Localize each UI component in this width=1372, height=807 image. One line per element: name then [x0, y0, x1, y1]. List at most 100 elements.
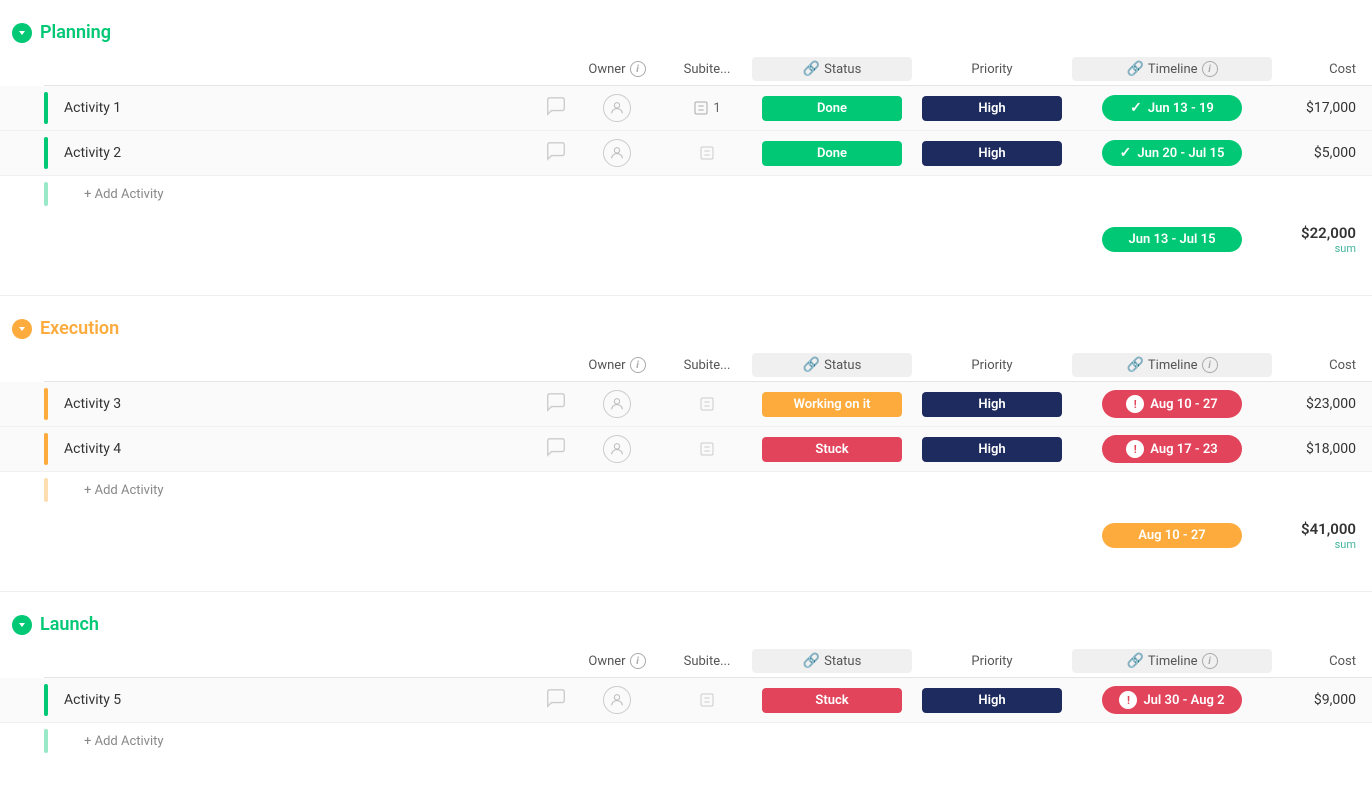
row-priority[interactable]: High [912, 96, 1072, 121]
status-label: Status [824, 654, 861, 669]
summary-cost-label: sum [1272, 538, 1356, 551]
add-activity-bar [44, 729, 48, 753]
priority-badge[interactable]: High [922, 392, 1062, 417]
row-subitem[interactable] [662, 145, 752, 161]
row-status[interactable]: Stuck [752, 688, 912, 713]
timeline-info-icon[interactable]: i [1202, 357, 1218, 373]
priority-badge[interactable]: High [922, 96, 1062, 121]
row-subitem[interactable] [662, 692, 752, 708]
timeline-badge[interactable]: ✓ Jun 13 - 19 [1102, 95, 1242, 121]
timeline-badge[interactable]: !Aug 10 - 27 [1102, 390, 1242, 418]
row-color-bar [44, 433, 48, 465]
owner-label: Owner [588, 62, 625, 77]
table-row: Activity 3Working on itHigh!Aug 10 - 27$… [0, 382, 1372, 427]
add-activity-bar [44, 182, 48, 206]
comment-icon[interactable] [540, 687, 572, 714]
timeline-date: Jul 30 - Aug 2 [1143, 693, 1224, 708]
row-activity-name: Activity 2 [56, 145, 540, 161]
summary-row: Aug 10 - 27$41,000sum [0, 512, 1372, 559]
row-owner[interactable] [572, 390, 662, 418]
exclaim-icon: ! [1119, 691, 1137, 709]
status-badge[interactable]: Stuck [762, 688, 902, 713]
row-owner[interactable] [572, 435, 662, 463]
group-header-planning: Planning [0, 16, 1372, 49]
avatar[interactable] [603, 686, 631, 714]
status-badge[interactable]: Stuck [762, 437, 902, 462]
group-launch: Launch Owner i Subite... 🔗 Status Priori… [0, 608, 1372, 759]
timeline-info-icon[interactable]: i [1202, 61, 1218, 77]
timeline-info-icon[interactable]: i [1202, 653, 1218, 669]
add-activity-button[interactable]: + Add Activity [64, 734, 164, 749]
row-color-bar [44, 684, 48, 716]
row-subitem[interactable] [662, 441, 752, 457]
comment-icon[interactable] [540, 391, 572, 418]
row-status[interactable]: Working on it [752, 392, 912, 417]
add-activity-button[interactable]: + Add Activity [64, 187, 164, 202]
status-label: Status [824, 358, 861, 373]
summary-cost: $22,000sum [1272, 224, 1372, 255]
timeline-date: Jun 13 - 19 [1148, 101, 1214, 116]
owner-info-icon[interactable]: i [630, 357, 646, 373]
priority-badge[interactable]: High [922, 688, 1062, 713]
row-timeline[interactable]: ✓Jun 20 - Jul 15 [1072, 140, 1272, 166]
timeline-label: Timeline [1148, 654, 1198, 669]
row-timeline[interactable]: !Aug 10 - 27 [1072, 390, 1272, 418]
row-subitem[interactable]: 1 [662, 100, 752, 116]
col-header-cost: Cost [1272, 358, 1372, 373]
status-badge[interactable]: Done [762, 96, 902, 121]
row-status[interactable]: Done [752, 141, 912, 166]
status-badge[interactable]: Working on it [762, 392, 902, 417]
row-activity-name: Activity 3 [56, 396, 540, 412]
timeline-badge[interactable]: ! Jul 30 - Aug 2 [1102, 686, 1242, 714]
row-owner[interactable] [572, 94, 662, 122]
priority-badge[interactable]: High [922, 141, 1062, 166]
comment-icon[interactable] [540, 436, 572, 463]
timeline-badge[interactable]: ✓Jun 20 - Jul 15 [1102, 140, 1242, 166]
row-status[interactable]: Stuck [752, 437, 912, 462]
col-header-owner: Owner i [572, 61, 662, 77]
owner-info-icon[interactable]: i [630, 653, 646, 669]
row-color-bar [44, 137, 48, 169]
group-chevron-planning[interactable] [12, 23, 32, 43]
row-timeline[interactable]: ✓ Jun 13 - 19 [1072, 95, 1272, 121]
col-header-owner: Owner i [572, 357, 662, 373]
priority-badge[interactable]: High [922, 437, 1062, 462]
row-color-bar [44, 388, 48, 420]
row-subitem[interactable] [662, 396, 752, 412]
check-icon: ✓ [1130, 100, 1142, 116]
add-activity-bar [44, 478, 48, 502]
row-priority[interactable]: High [912, 437, 1072, 462]
timeline-link-icon: 🔗 [1126, 653, 1143, 669]
owner-info-icon[interactable]: i [630, 61, 646, 77]
group-title-planning: Planning [40, 22, 111, 43]
avatar[interactable] [603, 94, 631, 122]
group-chevron-launch[interactable] [12, 615, 32, 635]
group-header-launch: Launch [0, 608, 1372, 641]
row-priority[interactable]: High [912, 688, 1072, 713]
col-header-timeline: 🔗 Timeline i [1072, 57, 1272, 81]
avatar[interactable] [603, 435, 631, 463]
group-title-launch: Launch [40, 614, 99, 635]
row-priority[interactable]: High [912, 392, 1072, 417]
col-header-priority: Priority [912, 650, 1072, 673]
group-chevron-execution[interactable] [12, 319, 32, 339]
add-activity-button[interactable]: + Add Activity [64, 483, 164, 498]
col-header-status: 🔗 Status [752, 649, 912, 673]
summary-cost-label: sum [1272, 242, 1356, 255]
avatar[interactable] [603, 390, 631, 418]
row-timeline[interactable]: ! Jul 30 - Aug 2 [1072, 686, 1272, 714]
row-owner[interactable] [572, 139, 662, 167]
row-status[interactable]: Done [752, 96, 912, 121]
avatar[interactable] [603, 139, 631, 167]
comment-icon[interactable] [540, 95, 572, 122]
row-timeline[interactable]: !Aug 17 - 23 [1072, 435, 1272, 463]
col-header-subitem: Subite... [662, 654, 752, 669]
status-badge[interactable]: Done [762, 141, 902, 166]
row-owner[interactable] [572, 686, 662, 714]
col-header-subitem: Subite... [662, 62, 752, 77]
timeline-badge[interactable]: !Aug 17 - 23 [1102, 435, 1242, 463]
row-priority[interactable]: High [912, 141, 1072, 166]
owner-label: Owner [588, 358, 625, 373]
comment-icon[interactable] [540, 140, 572, 167]
check-icon: ✓ [1120, 145, 1132, 161]
